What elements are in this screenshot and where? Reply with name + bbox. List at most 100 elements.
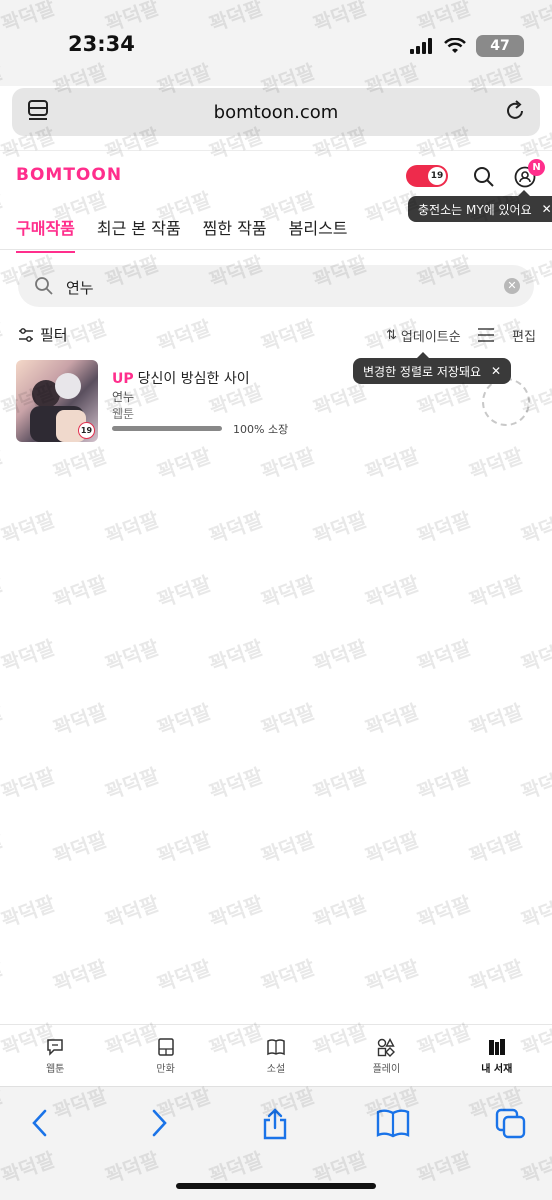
filter-button[interactable]: 필터 — [18, 324, 68, 345]
search-input[interactable]: 연누 ✕ — [18, 265, 534, 307]
bottom-nav-novel[interactable]: 소설 — [221, 1025, 331, 1086]
library-tabs: 구매작품 최근 본 작품 찜한 작품 봄리스트 — [16, 215, 348, 253]
tabs-overview-icon[interactable] — [494, 1107, 528, 1141]
filter-label: 필터 — [40, 326, 68, 344]
watermark-text: 꽉덕팔 — [0, 571, 7, 613]
book-icon — [267, 1039, 285, 1056]
watermark-text: 꽉덕팔 — [310, 635, 371, 677]
sort-button[interactable]: ⇅ 업데이트순 — [386, 326, 461, 345]
up-tag: UP — [112, 371, 134, 387]
forward-icon[interactable] — [147, 1107, 171, 1139]
tab-recently-viewed[interactable]: 최근 본 작품 — [97, 215, 181, 253]
watermark-text: 꽉덕팔 — [518, 763, 552, 805]
notification-badge: N — [528, 159, 545, 176]
status-time: 23:34 — [68, 32, 135, 56]
speech-bubble-icon — [47, 1039, 63, 1056]
watermark-text: 꽉덕팔 — [414, 635, 475, 677]
bottom-nav-label: 웹툰 — [45, 1064, 65, 1075]
status-icons: 47 — [410, 35, 524, 57]
close-icon[interactable]: ✕ — [542, 202, 552, 216]
watermark-text: 꽉덕팔 — [466, 443, 527, 485]
watermark-text: 꽉덕팔 — [102, 635, 163, 677]
play-shapes-icon — [378, 1038, 396, 1057]
watermark-text: 꽉덕팔 — [154, 699, 215, 741]
item-title-row[interactable]: UP 당신이 방심한 사이 — [112, 368, 250, 388]
sliders-icon — [19, 327, 33, 342]
watermark-text: 꽉덕팔 — [0, 763, 59, 805]
sort-tooltip-text: 변경한 정렬로 저장돼요 — [363, 364, 482, 379]
bottom-nav-comics[interactable]: 만화 — [110, 1025, 220, 1086]
sort-arrows-icon: ⇅ — [386, 328, 397, 343]
tab-bomlist[interactable]: 봄리스트 — [289, 215, 348, 253]
bottom-nav-label: 소설 — [266, 1064, 286, 1075]
watermark-text: 꽉덕팔 — [518, 507, 552, 549]
watermark-text: 꽉덕팔 — [50, 955, 111, 997]
progress-label: 100% 소장 — [233, 423, 289, 436]
url-text[interactable]: bomtoon.com — [12, 102, 540, 123]
watermark-text: 꽉덕팔 — [362, 955, 423, 997]
watermark-text: 꽉덕팔 — [310, 507, 371, 549]
status-bar: 23:34 47 — [0, 0, 552, 86]
sort-tooltip: 변경한 정렬로 저장돼요 ✕ — [353, 352, 512, 384]
watermark-text: 꽉덕팔 — [258, 571, 319, 613]
bottom-nav-webtoon[interactable]: 웹툰 — [0, 1025, 110, 1086]
watermark-text: 꽉덕팔 — [414, 763, 475, 805]
tab-favorites[interactable]: 찜한 작품 — [203, 215, 267, 253]
search-icon[interactable] — [472, 165, 496, 189]
watermark-text: 꽉덕팔 — [518, 891, 552, 933]
tooltip-arrow — [518, 190, 530, 196]
watermark-text: 꽉덕팔 — [50, 443, 111, 485]
watermark-text: 꽉덕팔 — [0, 507, 59, 549]
back-icon[interactable] — [28, 1107, 52, 1139]
clear-search-icon[interactable]: ✕ — [504, 278, 520, 294]
watermark-text: 꽉덕팔 — [102, 763, 163, 805]
reload-icon[interactable] — [502, 98, 528, 124]
list-view-icon[interactable] — [476, 326, 496, 344]
edit-button[interactable]: 편집 — [512, 326, 536, 345]
close-icon[interactable]: ✕ — [491, 364, 501, 378]
rating-badge: 19 — [78, 422, 95, 439]
cover-thumbnail[interactable]: 19 — [16, 360, 98, 442]
watermark-text: 꽉덕팔 — [50, 699, 111, 741]
share-icon[interactable] — [260, 1107, 290, 1141]
bottom-nav-play[interactable]: 플레이 — [331, 1025, 441, 1086]
watermark-text: 꽉덕팔 — [0, 827, 7, 869]
search-value[interactable]: 연누 — [66, 277, 94, 298]
watermark-text: 꽉덕팔 — [258, 443, 319, 485]
bottom-nav: 웹툰 만화 소설 플레이 내 서재 — [0, 1024, 552, 1086]
watermark-text: 꽉덕팔 — [362, 699, 423, 741]
item-author: 연누 — [112, 390, 135, 404]
watermark-text: 꽉덕팔 — [466, 955, 527, 997]
cellular-signal-icon — [410, 38, 432, 54]
item-genre: 웹툰 — [112, 407, 135, 421]
watermark-text: 꽉덕팔 — [102, 507, 163, 549]
tab-purchased[interactable]: 구매작품 — [16, 215, 75, 253]
watermark-text: 꽉덕팔 — [414, 891, 475, 933]
watermark-text: 꽉덕팔 — [414, 507, 475, 549]
browser-toolbar — [0, 1086, 552, 1200]
watermark-text: 꽉덕팔 — [0, 891, 59, 933]
watermark-text: 꽉덕팔 — [0, 635, 59, 677]
adult-toggle[interactable]: 19 — [406, 165, 448, 187]
tooltip-arrow — [417, 352, 429, 358]
bottom-nav-my-library[interactable]: 내 서재 — [442, 1025, 552, 1086]
watermark-text: 꽉덕팔 — [206, 507, 267, 549]
watermark-text: 꽉덕팔 — [310, 891, 371, 933]
watermark-text: 꽉덕팔 — [362, 443, 423, 485]
home-indicator — [176, 1183, 376, 1189]
bottom-nav-label: 플레이 — [372, 1064, 401, 1075]
filter-row: 필터 ⇅ 업데이트순 편집 — [0, 320, 552, 350]
bookmarks-icon[interactable] — [375, 1107, 411, 1139]
item-title: 당신이 방심한 사이 — [137, 371, 250, 387]
watermark-text: 꽉덕팔 — [518, 635, 552, 677]
bomtoon-logo[interactable]: BOMTOON — [16, 165, 122, 185]
watermark-text: 꽉덕팔 — [258, 827, 319, 869]
watermark-text: 꽉덕팔 — [50, 571, 111, 613]
watermark-text: 꽉덕팔 — [310, 763, 371, 805]
ownership-progress-bar — [112, 426, 222, 431]
adult-badge: 19 — [428, 167, 446, 185]
complete-stamp-icon — [482, 378, 530, 426]
bottom-nav-label: 만화 — [156, 1064, 175, 1075]
url-bar[interactable]: bomtoon.com — [12, 88, 540, 136]
watermark-text: 꽉덕팔 — [206, 763, 267, 805]
